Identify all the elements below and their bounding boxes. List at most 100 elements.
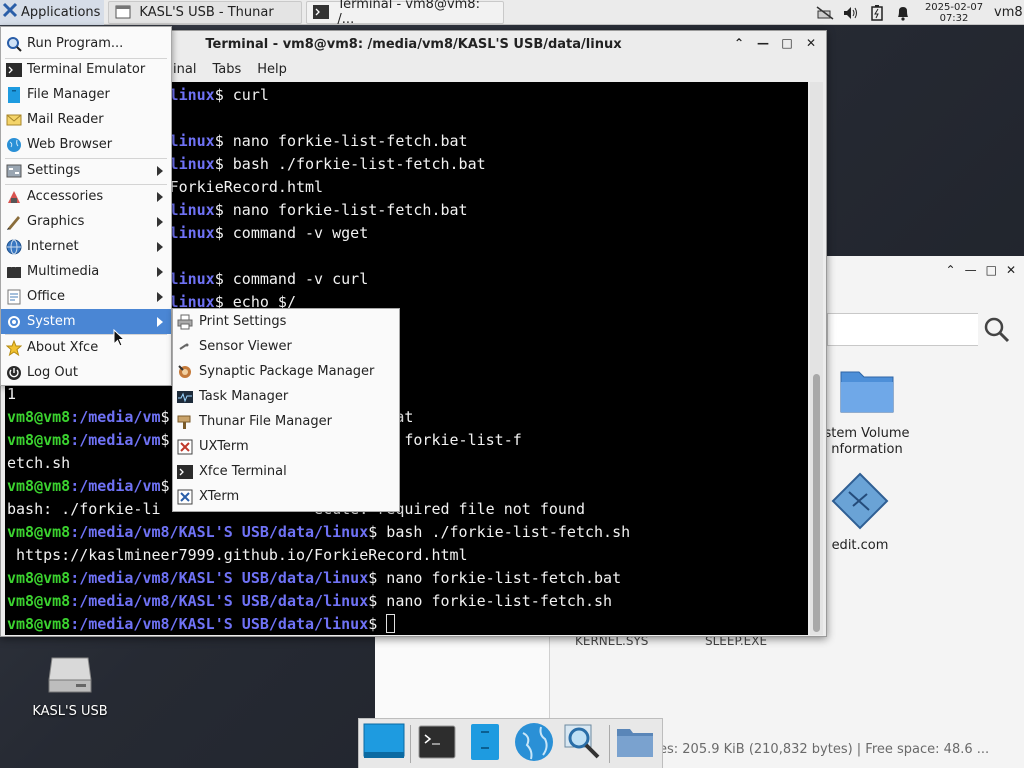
dock-file-manager[interactable] [464, 722, 507, 766]
menu-item-run-program[interactable]: Run Program... [1, 31, 171, 56]
desktop-icon-usb[interactable]: KASL'S USB [22, 652, 118, 719]
submenu-item-uxterm[interactable]: UXTerm [173, 434, 399, 459]
submenu-item-thunar[interactable]: Thunar File Manager [173, 409, 399, 434]
menu-item-graphics[interactable]: Graphics [1, 209, 171, 234]
user-menu[interactable]: vm8 [994, 5, 1024, 20]
submenu-item-sensor-viewer[interactable]: Sensor Viewer [173, 334, 399, 359]
submenu-arrow-icon [157, 192, 163, 202]
menu-item-mail-reader[interactable]: Mail Reader [1, 107, 171, 132]
menu-item-label: File Manager [27, 87, 110, 102]
search-icon[interactable] [983, 316, 1011, 344]
terminal-text: $ command -v wget [214, 224, 369, 242]
mail-icon [6, 112, 22, 128]
menu-item-terminal-emulator[interactable]: Terminal Emulator [1, 57, 171, 82]
terminal-cursor [386, 614, 396, 633]
logout-icon [6, 365, 22, 381]
prompt-user: vm8@vm8 [7, 523, 71, 541]
battery-icon[interactable] [867, 4, 887, 21]
menu-item-about-xfce[interactable]: About Xfce [1, 335, 171, 360]
dock-app-finder[interactable] [560, 722, 603, 766]
menu-item-log-out[interactable]: Log Out [1, 360, 171, 385]
clock-time: 07:32 [939, 12, 969, 24]
package-manager-icon [177, 364, 193, 380]
terminal-window-controls: ⌃ — □ ✕ [732, 36, 818, 50]
menu-item-accessories[interactable]: Accessories [1, 184, 171, 209]
submenu-item-xfce-terminal[interactable]: Xfce Terminal [173, 459, 399, 484]
menu-item-web-browser[interactable]: Web Browser [1, 132, 171, 157]
taskbar-item-thunar[interactable]: KASL'S USB - Thunar [108, 0, 303, 24]
top-panel: Applications KASL'S USB - Thunar Termina… [0, 0, 1024, 27]
terminal-line: etch.sh [7, 452, 808, 475]
terminal-text: $ nano forkie-list-fetch.bat [214, 132, 468, 150]
magnifier-icon [563, 723, 601, 765]
window-close-icon[interactable]: ✕ [804, 36, 818, 50]
window-minimize-icon[interactable]: — [965, 263, 977, 277]
submenu-item-print-settings[interactable]: Print Settings [173, 309, 399, 334]
submenu-item-label: Thunar File Manager [199, 414, 332, 429]
notification-bell-icon[interactable] [893, 5, 913, 21]
dock-show-desktop[interactable] [362, 722, 405, 766]
taskbar-item-terminal[interactable]: Terminal - vm8@vm8: /... [306, 0, 505, 27]
window-shade-icon[interactable]: ⌃ [946, 263, 956, 277]
folder-icon [837, 364, 897, 416]
menu-item-internet[interactable]: Internet [1, 234, 171, 259]
menu-item-file-manager[interactable]: File Manager [1, 82, 171, 107]
applications-menu-button[interactable]: Applications [0, 0, 105, 25]
terminal-text: etch.sh [7, 454, 71, 472]
file-item[interactable]: stem Volume nformation [815, 364, 919, 458]
file-item-label: edit.com [831, 538, 889, 553]
submenu-item-label: Task Manager [199, 389, 289, 404]
menu-item-settings[interactable]: Settings [1, 158, 171, 183]
window-minimize-icon[interactable]: — [756, 36, 770, 50]
prompt-path: :/media/vm8/KASL'S USB/data/linux [70, 592, 369, 610]
submenu-item-synaptic[interactable]: Synaptic Package Manager [173, 359, 399, 384]
terminal-scrollbar[interactable] [810, 82, 823, 635]
folder-window-icon [115, 5, 131, 19]
terminal-text: $ command -v curl [214, 270, 369, 288]
terminal-icon [6, 62, 22, 78]
xfce-terminal-icon [177, 464, 193, 480]
dock-separator [410, 724, 412, 763]
menu-item-office[interactable]: Office [1, 284, 171, 309]
terminal-line: https://kaslmineer7999.github.io/ForkieR… [7, 544, 808, 567]
show-desktop-icon [363, 722, 405, 766]
window-close-icon[interactable]: ✕ [1006, 263, 1016, 277]
dock-web-browser[interactable] [512, 722, 555, 766]
network-icon[interactable] [815, 5, 835, 21]
prompt-user: vm8@vm8 [7, 408, 71, 426]
submenu-item-xterm[interactable]: XTerm [173, 484, 399, 509]
clock[interactable]: 2025-02-07 07:32 [918, 2, 990, 24]
system-tray: 2025-02-07 07:32 vm8 [812, 0, 1024, 25]
dock-terminal[interactable] [415, 722, 458, 766]
accessories-icon [6, 189, 22, 205]
menu-tabs[interactable]: Tabs [212, 62, 241, 77]
menu-item-label: Mail Reader [27, 112, 104, 127]
sensor-icon [177, 339, 193, 355]
dock-folder[interactable] [614, 722, 657, 766]
menu-item-label: Terminal Emulator [27, 62, 146, 77]
prompt-path: :/media/vm8/KASL'S USB/data/linux [70, 523, 369, 541]
thunar-search-input[interactable] [827, 313, 978, 346]
menu-item-label: About Xfce [27, 340, 99, 355]
volume-icon[interactable] [841, 5, 861, 21]
prompt-user: vm8@vm8 [7, 569, 71, 587]
menu-item-multimedia[interactable]: Multimedia [1, 259, 171, 284]
terminal-text: https://kaslmineer7999.github.io/ForkieR… [7, 546, 468, 564]
menu-item-label: Internet [27, 239, 79, 254]
window-maximize-icon[interactable]: □ [780, 36, 794, 50]
submenu-item-label: UXTerm [199, 439, 249, 454]
prompt-path: :/media/vm8/KASL'S USB/data/linux [70, 615, 369, 633]
menu-help[interactable]: Help [257, 62, 287, 77]
window-shade-icon[interactable]: ⌃ [732, 36, 746, 50]
terminal-line: vm8@vm8:/media/vm8/KASL'S USB/data/linux… [7, 613, 808, 635]
scrollbar-thumb[interactable] [813, 374, 820, 632]
task-manager-icon [177, 389, 193, 405]
window-maximize-icon[interactable]: □ [986, 263, 997, 277]
dock-separator [608, 724, 610, 763]
menu-item-label: Log Out [27, 365, 78, 380]
submenu-item-task-manager[interactable]: Task Manager [173, 384, 399, 409]
file-item[interactable]: edit.com [815, 472, 905, 553]
menu-terminal[interactable]: inal [173, 62, 196, 77]
menu-item-system[interactable]: System [1, 309, 171, 334]
menu-item-label: Accessories [27, 189, 104, 204]
